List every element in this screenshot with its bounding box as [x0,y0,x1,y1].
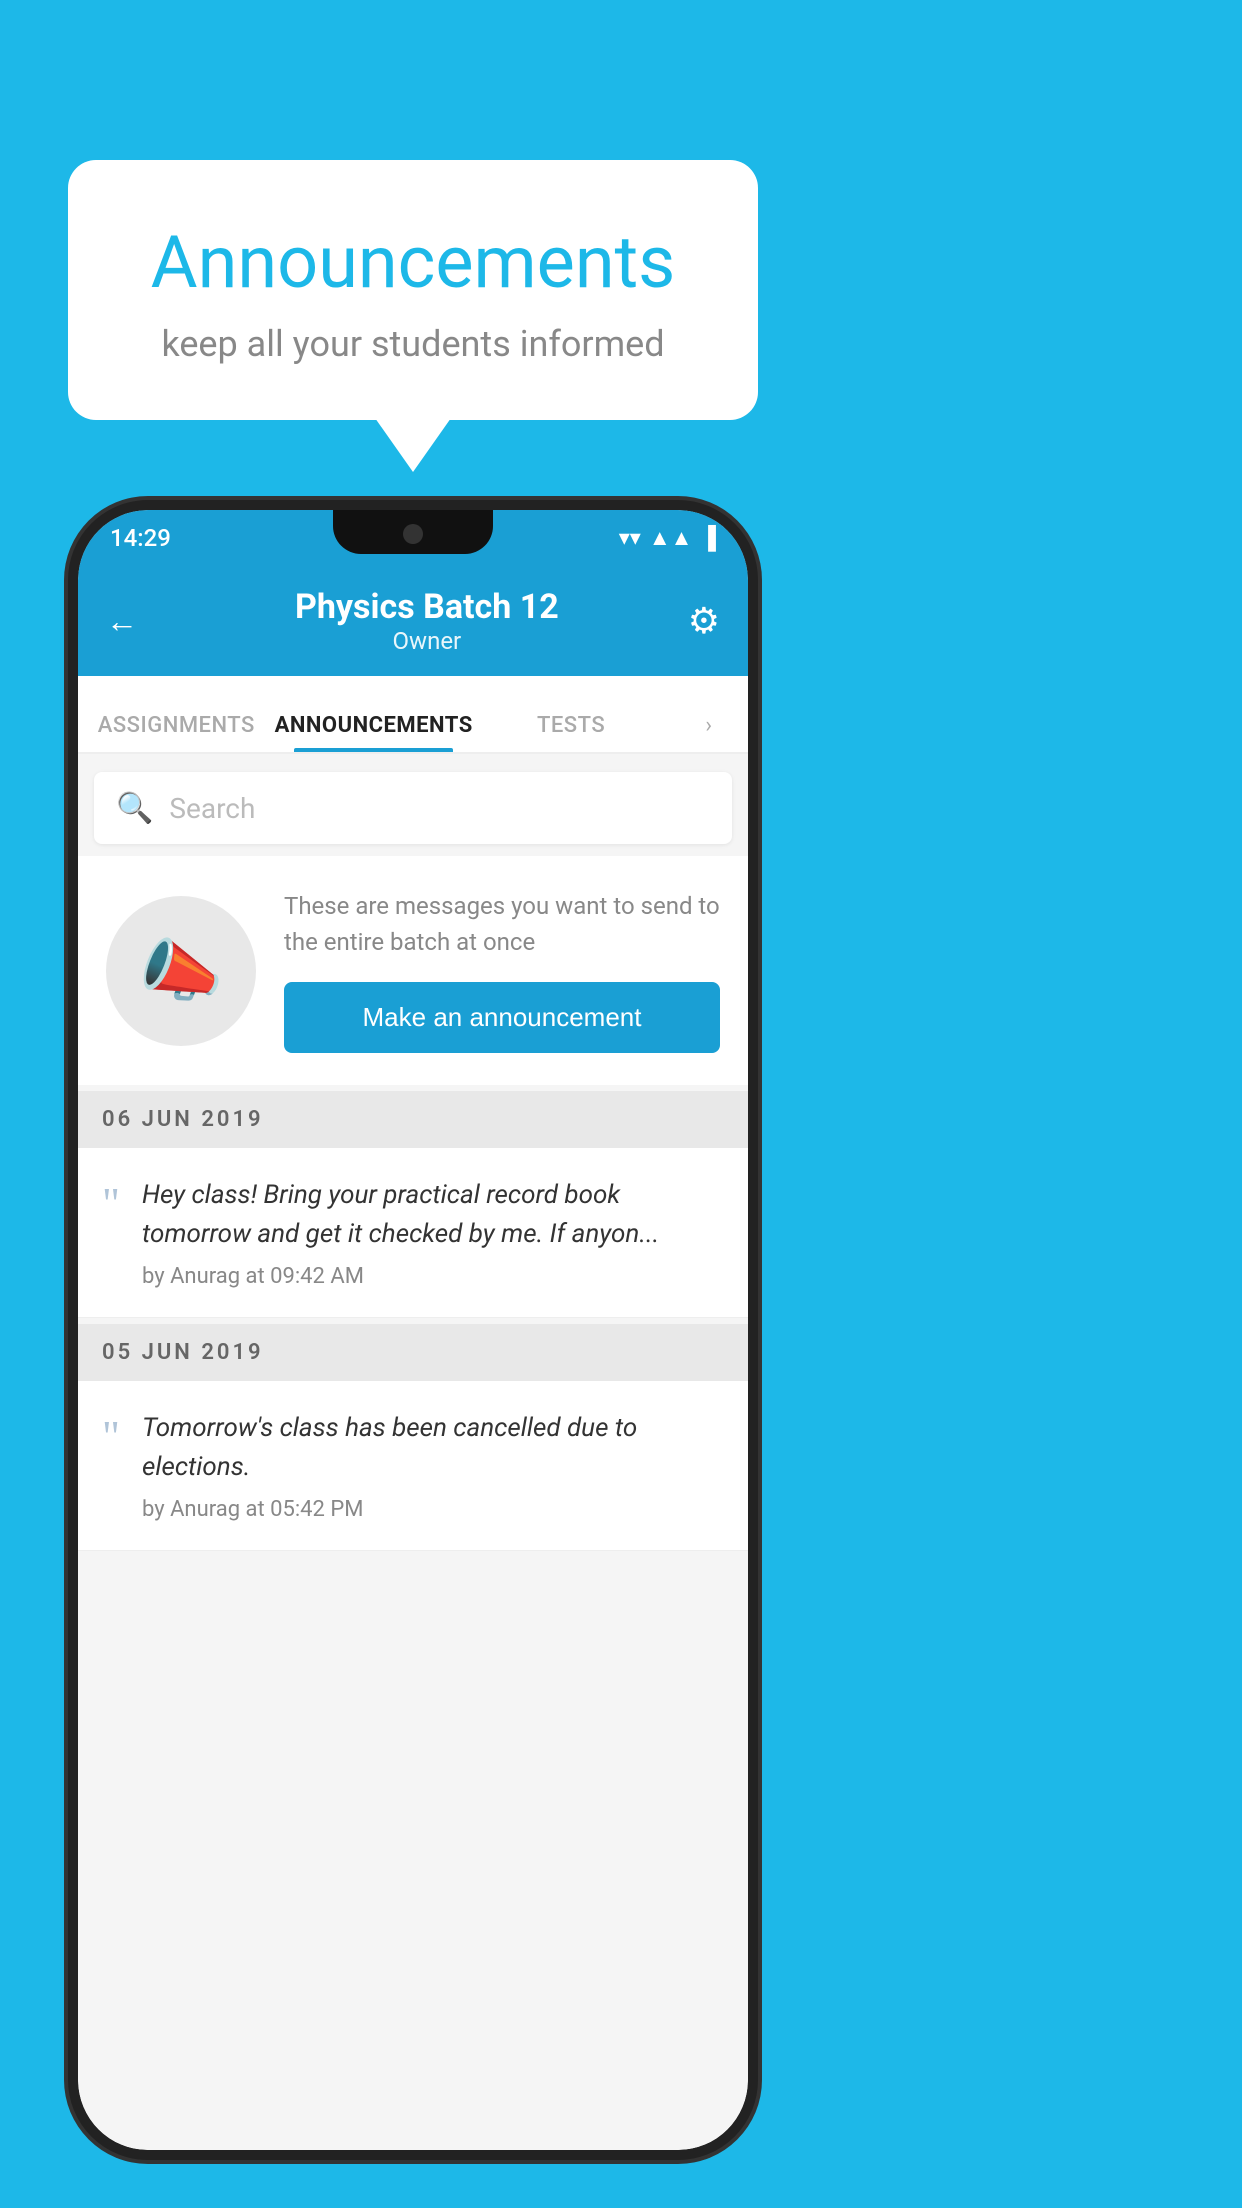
tab-more[interactable]: › [669,713,748,752]
header-title-block: Physics Batch 12 Owner [166,587,688,655]
make-announcement-button[interactable]: Make an announcement [284,982,720,1053]
announcement-author-2: by Anurag at 05:42 PM [142,1497,724,1522]
gear-icon[interactable]: ⚙ [688,600,720,642]
status-icons: ▾▾ ▲▲ ▐ [619,525,716,551]
announcement-author-1: by Anurag at 09:42 AM [142,1264,724,1289]
promo-right: These are messages you want to send to t… [284,888,720,1053]
tab-tests[interactable]: TESTS [473,713,670,752]
quote-icon-2: " [102,1415,120,1459]
header-title: Physics Batch 12 [166,587,688,627]
quote-icon-1: " [102,1182,120,1226]
announcement-message-2: Tomorrow's class has been cancelled due … [142,1409,724,1487]
date-separator-1: 06 JUN 2019 [78,1091,748,1148]
promo-block: 📣 These are messages you want to send to… [78,856,748,1085]
volume-up-button [68,790,74,860]
announcement-icon-circle: 📣 [106,896,256,1046]
wifi-icon: ▾▾ [619,526,641,551]
back-button[interactable]: ← [106,602,138,640]
battery-icon: ▐ [700,525,716,551]
volume-down-button [68,880,74,950]
notch [333,510,493,554]
tabs-bar: ASSIGNMENTS ANNOUNCEMENTS TESTS › [78,676,748,754]
phone-frame: 14:29 ▾▾ ▲▲ ▐ ← Physics Batch 12 Owner ⚙… [68,500,758,2160]
announcement-item-1[interactable]: " Hey class! Bring your practical record… [78,1148,748,1318]
signal-icon: ▲▲ [649,525,693,551]
status-time: 14:29 [110,524,171,552]
app-header: ← Physics Batch 12 Owner ⚙ [78,566,748,676]
announcement-text-1: Hey class! Bring your practical record b… [142,1176,724,1289]
speech-bubble: Announcements keep all your students inf… [68,160,758,420]
promo-description: These are messages you want to send to t… [284,888,720,960]
search-icon: 🔍 [116,791,153,826]
date-separator-2: 05 JUN 2019 [78,1324,748,1381]
phone-screen: 14:29 ▾▾ ▲▲ ▐ ← Physics Batch 12 Owner ⚙… [78,510,748,2150]
megaphone-icon: 📣 [139,931,224,1011]
announcement-text-2: Tomorrow's class has been cancelled due … [142,1409,724,1522]
announcement-message-1: Hey class! Bring your practical record b… [142,1176,724,1254]
camera [403,524,423,544]
bubble-subtitle: keep all your students informed [128,323,698,365]
content-area: 🔍 Search 📣 These are messages you want t… [78,754,748,2150]
search-placeholder: Search [169,792,255,825]
tab-announcements[interactable]: ANNOUNCEMENTS [275,713,473,752]
bubble-title: Announcements [128,220,698,305]
search-bar[interactable]: 🔍 Search [94,772,732,844]
speech-bubble-container: Announcements keep all your students inf… [68,160,758,420]
tab-assignments[interactable]: ASSIGNMENTS [78,713,275,752]
announcement-item-2[interactable]: " Tomorrow's class has been cancelled du… [78,1381,748,1551]
header-subtitle: Owner [166,627,688,655]
power-button [752,810,758,900]
